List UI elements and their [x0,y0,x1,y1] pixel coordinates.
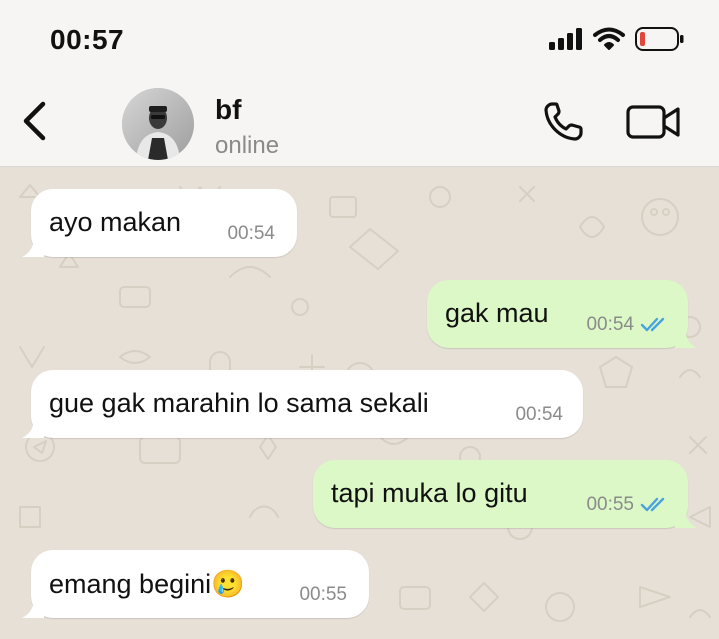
message-text: gak mau [445,298,549,328]
message-bubble-incoming[interactable]: emang begini🥲 00:55 [22,550,369,618]
message-time: 00:55 [586,494,634,515]
status-time: 00:57 [50,24,125,55]
message-text: gue gak marahin lo sama sekali [49,388,429,418]
message-time: 00:54 [227,223,275,244]
message-text: tapi muka lo gitu [331,478,528,508]
avatar[interactable] [122,88,194,160]
message-time: 00:55 [299,584,347,605]
video-call-button[interactable] [624,102,684,146]
message-time: 00:54 [515,404,563,425]
battery-low-icon [635,27,685,56]
back-button[interactable] [14,100,54,146]
read-receipt-icon [640,497,665,512]
status-icons [549,27,685,56]
bubble-tail [675,508,697,528]
wifi-icon [593,27,625,56]
cellular-signal-icon [549,28,583,55]
message-text: emang begini🥲 [49,569,245,599]
chat-area[interactable]: ayo makan 00:54 gak mau 00:54 gue gak ma… [0,167,719,639]
phone-icon [542,101,586,148]
message-text: ayo makan [49,207,182,237]
read-receipt-icon [640,317,665,332]
bubble-tail [22,418,44,438]
message-bubble-incoming[interactable]: gue gak marahin lo sama sekali 00:54 [22,370,583,438]
bubble-tail [675,328,697,348]
chevron-left-icon [21,101,47,146]
voice-call-button[interactable] [540,101,588,148]
message-bubble-incoming[interactable]: ayo makan 00:54 [22,189,297,257]
message-time: 00:54 [586,314,634,335]
video-camera-icon [626,104,682,145]
bubble-tail [22,237,44,257]
status-bar: 00:57 [0,0,719,80]
bubble-tail [22,598,44,618]
contact-status: online [215,132,280,159]
message-bubble-outgoing[interactable]: gak mau 00:54 [427,280,697,348]
chat-header: bf online [0,80,719,167]
contact-name[interactable]: bf [215,94,241,126]
message-bubble-outgoing[interactable]: tapi muka lo gitu 00:55 [313,460,697,528]
